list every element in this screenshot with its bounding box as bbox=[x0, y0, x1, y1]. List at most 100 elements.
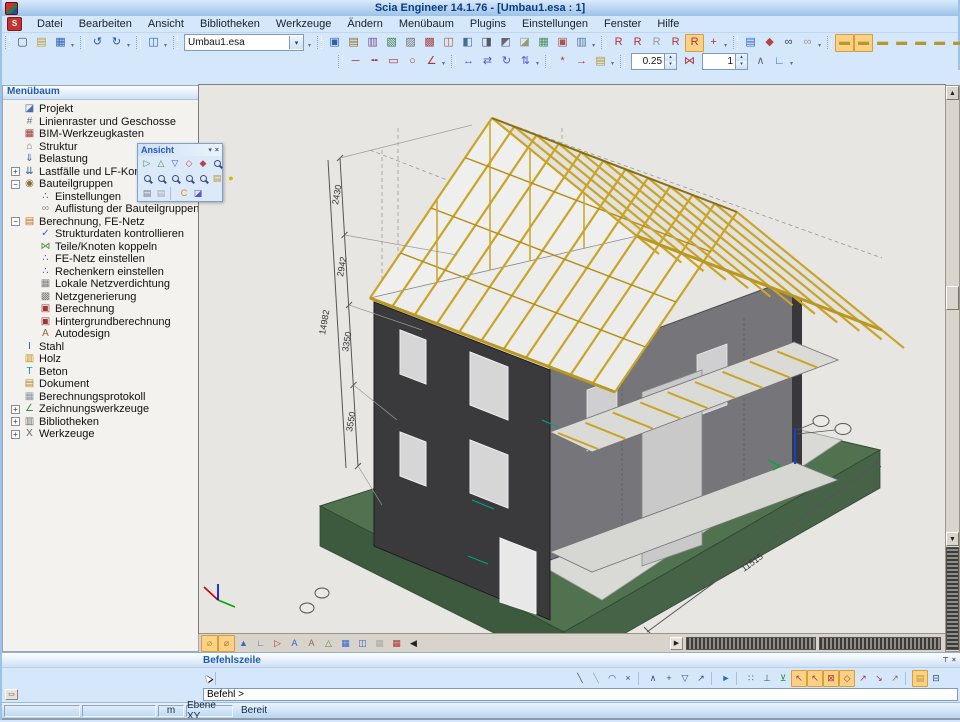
view-window-5-icon[interactable]: ▬ bbox=[911, 34, 930, 52]
sidebar-item-dokument[interactable]: ▤Dokument bbox=[3, 378, 198, 391]
view-axo-icon[interactable]: ◇ bbox=[182, 157, 196, 171]
export-image-icon[interactable]: ▥ bbox=[572, 34, 591, 52]
toolbar-overflow-icon[interactable]: ▾ bbox=[164, 42, 167, 49]
status-unit[interactable]: m bbox=[158, 705, 184, 717]
pin-icon[interactable]: ⊤ bbox=[943, 656, 949, 664]
calculator-icon[interactable]: ▣ bbox=[553, 34, 572, 52]
toolbar-overflow-icon[interactable]: ▾ bbox=[308, 42, 311, 49]
snap-intersection-icon[interactable]: ⊠ bbox=[823, 670, 839, 687]
status-plane[interactable]: Ebene XY bbox=[186, 705, 233, 717]
surfaces-toggle-icon[interactable]: ∟ bbox=[252, 635, 269, 652]
sidebar-item-beton[interactable]: TBeton bbox=[3, 366, 198, 379]
expand-icon[interactable]: + bbox=[11, 405, 20, 414]
snap-dialog-icon[interactable]: ▤ bbox=[912, 670, 928, 687]
sidebar-item-projekt[interactable]: ◪Projekt bbox=[3, 103, 198, 116]
toolbar-grip[interactable] bbox=[620, 55, 625, 68]
menu-ndern[interactable]: Ändern bbox=[339, 17, 390, 31]
menu-ansicht[interactable]: Ansicht bbox=[140, 17, 192, 31]
view-window-4-icon[interactable]: ▬ bbox=[892, 34, 911, 52]
toolbar-overflow-icon[interactable]: ▾ bbox=[71, 42, 74, 49]
layer-manager-icon[interactable]: ▤ bbox=[344, 34, 363, 52]
snap-tangent-icon[interactable]: ↗ bbox=[855, 670, 871, 687]
snap-line-thin-icon[interactable]: ╲ bbox=[588, 670, 604, 687]
sidebar-item-autodesign[interactable]: AAutodesign bbox=[3, 328, 198, 341]
grid-step-spinner[interactable]: 0.25▴▾ bbox=[631, 53, 677, 70]
view-window-7-icon[interactable]: ▬ bbox=[949, 34, 960, 52]
command-input[interactable]: Befehl > bbox=[203, 688, 958, 701]
toolbar-grip[interactable] bbox=[136, 36, 141, 49]
toolbar-grip[interactable] bbox=[338, 55, 343, 68]
cursor-mode-icon[interactable]: ▲ bbox=[200, 670, 215, 686]
clipping-box-icon[interactable]: C bbox=[177, 187, 191, 201]
crosshair-icon[interactable]: + bbox=[704, 34, 723, 52]
sidebar-item-lokale-netzverdichtung[interactable]: ▦Lokale Netzverdichtung bbox=[3, 278, 198, 291]
table-icon[interactable]: ▦ bbox=[534, 34, 553, 52]
chevron-down-icon[interactable]: ▾ bbox=[289, 36, 303, 49]
snap-line-thick-icon[interactable]: ╲ bbox=[572, 670, 588, 687]
binoculars-2-icon[interactable]: ∞ bbox=[798, 34, 817, 52]
menu-datei[interactable]: Datei bbox=[29, 17, 71, 31]
expand-icon[interactable]: + bbox=[11, 417, 20, 426]
beam-icon[interactable]: ╍ bbox=[365, 52, 384, 70]
binoculars-icon[interactable]: ∞ bbox=[779, 34, 798, 52]
snap-clipboard-icon[interactable]: ⊟ bbox=[928, 670, 944, 687]
menu-plugins[interactable]: Plugins bbox=[462, 17, 514, 31]
circle-icon[interactable]: ○ bbox=[403, 52, 422, 70]
zoom-window-icon[interactable] bbox=[154, 172, 168, 186]
toolbar-grip[interactable] bbox=[545, 55, 550, 68]
snap-percent-icon[interactable]: ↘ bbox=[871, 670, 887, 687]
scale-spinner[interactable]: 1▴▾ bbox=[702, 53, 748, 70]
open-view-icon[interactable]: ▤ bbox=[210, 172, 224, 186]
collapse-icon[interactable]: − bbox=[11, 217, 20, 226]
copy-icon[interactable]: ⇄ bbox=[478, 52, 497, 70]
snap-orthopoint-icon[interactable]: ◇ bbox=[839, 670, 855, 687]
view-window-3-icon[interactable]: ▬ bbox=[873, 34, 892, 52]
spin-up-icon[interactable]: ▴ bbox=[665, 54, 676, 62]
view-window-6-icon[interactable]: ▬ bbox=[930, 34, 949, 52]
angle-icon[interactable]: ∠ bbox=[422, 52, 441, 70]
menu-werkzeuge[interactable]: Werkzeuge bbox=[268, 17, 339, 31]
model-viewport[interactable]: 24302942335035501498211515 bbox=[199, 85, 945, 633]
volumes-toggle-icon[interactable]: ▲ bbox=[235, 635, 252, 652]
expand-icon[interactable]: + bbox=[11, 430, 20, 439]
print-icon[interactable]: ◨ bbox=[477, 34, 496, 52]
scale-ruler-icon[interactable]: ∟ bbox=[770, 52, 789, 70]
scroll-down-icon[interactable]: ▼ bbox=[946, 532, 959, 546]
render-icon[interactable]: ◆ bbox=[760, 34, 779, 52]
explode-icon[interactable]: * bbox=[553, 52, 572, 70]
sidebar-item-bim-werkzeugkasten[interactable]: ▦BIM-Werkzeugkasten bbox=[3, 128, 198, 141]
trim-icon[interactable]: → bbox=[572, 52, 591, 70]
menu-fenster[interactable]: Fenster bbox=[596, 17, 649, 31]
spin-down-icon[interactable]: ▾ bbox=[665, 61, 676, 69]
menu-men-baum[interactable]: Menübaum bbox=[391, 17, 462, 31]
spinner-arrows[interactable]: ▴▾ bbox=[735, 54, 747, 69]
view-image-2-icon[interactable]: ▤ bbox=[154, 187, 168, 201]
zoom-out-icon[interactable] bbox=[140, 172, 154, 186]
sidebar-item-hintergrundberechnung[interactable]: ▣Hintergrundberechnung bbox=[3, 316, 198, 329]
document-icon[interactable]: ◧ bbox=[458, 34, 477, 52]
snap-peak-icon[interactable]: ∧ bbox=[645, 670, 661, 687]
load-case-2-icon[interactable]: R bbox=[628, 34, 647, 52]
snap-cut-icon[interactable]: ⊻ bbox=[775, 670, 791, 687]
picture-gallery-icon[interactable]: ◪ bbox=[515, 34, 534, 52]
move-icon[interactable]: ↔ bbox=[459, 52, 478, 70]
project-data-icon[interactable]: ▣ bbox=[325, 34, 344, 52]
sidebar-item-holz[interactable]: ▥Holz bbox=[3, 353, 198, 366]
snap-vertex-icon[interactable]: + bbox=[661, 670, 677, 687]
peak-icon[interactable]: ∧ bbox=[751, 52, 770, 70]
toolbar-grip[interactable] bbox=[5, 36, 10, 49]
load-display-toggle-icon[interactable]: ▦ bbox=[388, 635, 405, 652]
sidebar-item-bibliotheken[interactable]: +▥Bibliotheken bbox=[3, 416, 198, 429]
wireframe-toggle-icon[interactable]: ⌀ bbox=[201, 635, 218, 652]
scroll-left-icon[interactable]: ◀ bbox=[405, 635, 422, 652]
snap-ortho-icon[interactable]: ⊥ bbox=[759, 670, 775, 687]
load-case-1-icon[interactable]: R bbox=[609, 34, 628, 52]
redo-icon[interactable]: ↻ bbox=[107, 34, 126, 52]
text-eye-toggle-icon[interactable]: A bbox=[303, 635, 320, 652]
toolbar-grip[interactable] bbox=[317, 36, 322, 49]
active-file-combo[interactable]: Umbau1.esa▾ bbox=[184, 34, 304, 51]
undo-icon[interactable]: ↺ bbox=[88, 34, 107, 52]
project-manager-icon[interactable]: ◫ bbox=[144, 34, 163, 52]
load-case-5-icon[interactable]: R bbox=[685, 34, 704, 52]
rendered-toggle-icon[interactable]: ⌀ bbox=[218, 635, 235, 652]
